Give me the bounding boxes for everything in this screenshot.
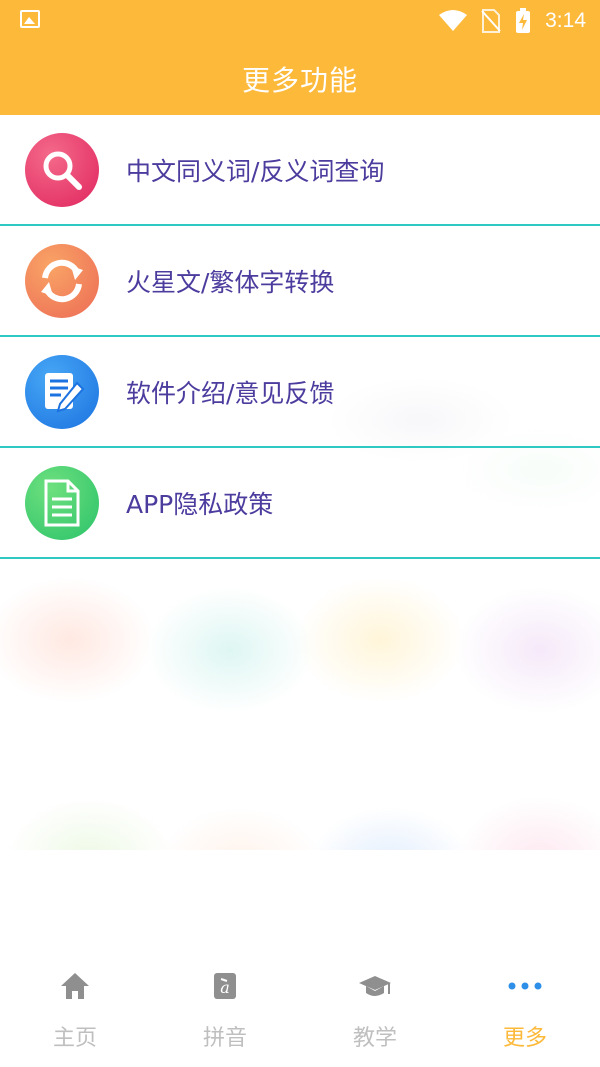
- menu-item-label: APP隐私政策: [126, 489, 274, 519]
- pinyin-icon: a: [205, 968, 245, 1004]
- nav-label: 主页: [52, 1026, 97, 1051]
- app-header: 更多功能: [0, 42, 600, 115]
- home-icon: [55, 968, 95, 1004]
- more-dots-icon: [505, 968, 545, 1004]
- nav-item-home[interactable]: 主页: [0, 962, 150, 1067]
- battery-charging-icon: [516, 8, 531, 33]
- no-sim-icon: [481, 9, 501, 33]
- graduation-cap-icon: [355, 968, 395, 1004]
- gallery-icon: [20, 10, 40, 28]
- status-bar: 3:14: [0, 0, 600, 42]
- status-time: 3:14: [545, 9, 586, 32]
- menu-item-synonym-search[interactable]: 中文同义词/反义词查询: [0, 115, 600, 226]
- edit-icon: [25, 354, 99, 429]
- menu-item-feedback[interactable]: 软件介绍/意见反馈: [0, 337, 600, 448]
- wifi-icon: [439, 10, 468, 31]
- feature-menu: 中文同义词/反义词查询 火星文/繁体字转换 软件介绍/意见反馈 APP隐私政策: [0, 115, 600, 559]
- nav-item-more[interactable]: 更多: [450, 962, 600, 1067]
- nav-item-teaching[interactable]: 教学: [300, 962, 450, 1067]
- nav-label: 拼音: [202, 1026, 247, 1051]
- bottom-navigation: 主页 a 拼音 教学 更多: [0, 962, 600, 1067]
- menu-item-text-convert[interactable]: 火星文/繁体字转换: [0, 226, 600, 337]
- search-icon: [25, 132, 99, 207]
- nav-label: 教学: [352, 1026, 397, 1051]
- menu-item-privacy-policy[interactable]: APP隐私政策: [0, 448, 600, 559]
- page-title: 更多功能: [241, 63, 358, 97]
- convert-icon: [25, 243, 99, 318]
- nav-label: 更多: [502, 1026, 547, 1051]
- nav-item-pinyin[interactable]: a 拼音: [150, 962, 300, 1067]
- menu-item-label: 中文同义词/反义词查询: [126, 156, 385, 186]
- menu-item-label: 软件介绍/意见反馈: [126, 378, 335, 408]
- menu-item-label: 火星文/繁体字转换: [126, 267, 335, 297]
- document-icon: [25, 465, 99, 540]
